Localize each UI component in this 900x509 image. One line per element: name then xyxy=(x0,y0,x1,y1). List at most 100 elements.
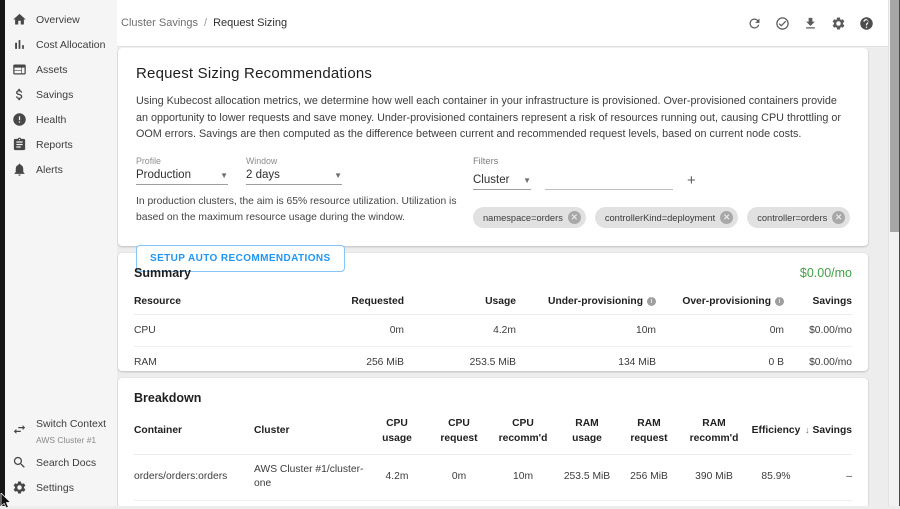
under-provisioning-cell: 10m xyxy=(516,315,656,347)
usage-cell: 253.5 MiB xyxy=(404,347,516,372)
info-icon[interactable]: i xyxy=(775,297,784,306)
cpu-recommd-cell: 10m xyxy=(490,454,556,500)
sidebar-item-label: Assets xyxy=(36,64,68,76)
page-content: Request Sizing Recommendations Using Kub… xyxy=(117,48,888,506)
efficiency-cell: 85.9% xyxy=(748,454,804,500)
under-provisioning-cell: 134 MiB xyxy=(516,347,656,372)
filter-field-select[interactable]: Cluster ▼ xyxy=(473,174,531,190)
breakdown-col-efficiency[interactable]: Efficiency xyxy=(748,411,804,454)
refresh-icon[interactable] xyxy=(747,16,762,31)
breakdown-card: Breakdown Container Cluster CPUusage xyxy=(118,378,868,506)
sidebar-item-label: Overview xyxy=(36,14,80,26)
sidebar-item-label: Alerts xyxy=(36,164,63,176)
sidebar-item-settings[interactable]: Settings xyxy=(5,475,117,500)
filter-chip[interactable]: namespace=orders ✕ xyxy=(473,207,586,228)
breakdown-col-savings[interactable]: ↓Savings xyxy=(804,411,852,454)
filter-chip[interactable]: controller=orders ✕ xyxy=(747,207,850,228)
total-savings-value: $0.00/mo xyxy=(800,266,852,280)
page-description: Using Kubecost allocation metrics, we de… xyxy=(136,93,848,143)
summary-col-requested: Requested xyxy=(284,288,404,315)
breadcrumb-parent[interactable]: Cluster Savings xyxy=(121,17,198,29)
cluster-cell: AWS Cluster #1/cluster-one xyxy=(254,454,366,500)
breakdown-col-cluster[interactable]: Cluster xyxy=(254,411,366,454)
window-select-label: Window xyxy=(246,156,342,166)
sidebar-item-alerts[interactable]: Alerts xyxy=(5,157,117,182)
download-icon[interactable] xyxy=(803,16,818,31)
profile-window-controls: Profile Production ▼ Window 2 days ▼ xyxy=(136,156,458,272)
breakdown-col-ram-recommd[interactable]: RAMrecomm'd xyxy=(680,411,748,454)
help-icon[interactable] xyxy=(859,16,874,31)
summary-col-under-provisioning: Under-provisioningi xyxy=(516,288,656,315)
clipboard-icon xyxy=(12,137,27,152)
sidebar-nav-list: Overview Cost Allocation Assets Savings … xyxy=(5,0,117,182)
profile-select-value: Production xyxy=(136,169,191,181)
page-title: Request Sizing Recommendations xyxy=(136,65,850,82)
check-circle-icon[interactable] xyxy=(775,16,790,31)
close-icon[interactable]: ✕ xyxy=(720,211,733,224)
breakdown-row[interactable]: orders/orders:orders AWS Cluster #1/clus… xyxy=(134,454,852,500)
sidebar-item-cost-allocation[interactable]: Cost Allocation xyxy=(5,32,117,57)
cpu-request-cell: 0m xyxy=(428,454,490,500)
sidebar-item-label: Cost Allocation xyxy=(36,39,105,51)
profile-select[interactable]: Profile Production ▼ xyxy=(136,156,228,185)
close-icon[interactable]: ✕ xyxy=(568,211,581,224)
window-select[interactable]: Window 2 days ▼ xyxy=(246,156,342,185)
profile-helper-text: In production clusters, the aim is 65% r… xyxy=(136,194,458,225)
summary-header-row: Resource Requested Usage Under-provision… xyxy=(134,288,852,315)
summary-col-resource: Resource xyxy=(134,288,284,315)
close-icon[interactable]: ✕ xyxy=(832,211,845,224)
add-filter-button[interactable]: + xyxy=(687,173,696,190)
chevron-down-icon: ▼ xyxy=(523,176,531,185)
sidebar-item-search-docs[interactable]: Search Docs xyxy=(5,450,117,475)
sidebar-item-overview[interactable]: Overview xyxy=(5,7,117,32)
ram-request-cell: 256 MiB xyxy=(618,454,680,500)
window-select-value: 2 days xyxy=(246,169,280,181)
chevron-down-icon: ▼ xyxy=(220,171,228,180)
resource-cell: RAM xyxy=(134,347,284,372)
main-area: Cluster Savings / Request Sizing Request… xyxy=(117,0,888,506)
home-icon xyxy=(12,12,27,27)
filter-value-input[interactable] xyxy=(545,172,673,190)
ram-usage-cell: 253.5 MiB xyxy=(556,454,618,500)
requested-cell: 0m xyxy=(284,315,404,347)
bar-chart-icon xyxy=(12,37,27,52)
filter-chip[interactable]: controllerKind=deployment ✕ xyxy=(595,207,738,228)
filter-chip-label: controllerKind=deployment xyxy=(605,213,715,223)
sidebar: Overview Cost Allocation Assets Savings … xyxy=(5,0,117,506)
breakdown-col-cpu-usage[interactable]: CPUusage xyxy=(366,411,428,454)
search-docs-label: Search Docs xyxy=(36,457,96,469)
sidebar-item-health[interactable]: Health xyxy=(5,107,117,132)
gear-icon[interactable] xyxy=(831,16,846,31)
mouse-cursor xyxy=(0,493,14,509)
breakdown-col-cpu-request[interactable]: CPUrequest xyxy=(428,411,490,454)
breakdown-col-ram-request[interactable]: RAMrequest xyxy=(618,411,680,454)
summary-table: Resource Requested Usage Under-provision… xyxy=(134,288,852,371)
breakdown-table: Container Cluster CPUusage CPUrequest CP… xyxy=(134,411,852,501)
breadcrumb: Cluster Savings / Request Sizing xyxy=(121,17,287,29)
sidebar-item-label: Health xyxy=(36,114,66,126)
dollar-icon xyxy=(12,87,27,102)
sidebar-item-savings[interactable]: Savings xyxy=(5,82,117,107)
usage-cell: 4.2m xyxy=(404,315,516,347)
sidebar-item-switch-context[interactable]: Switch Context AWS Cluster #1 xyxy=(5,414,117,450)
gear-icon xyxy=(12,480,27,495)
sidebar-item-assets[interactable]: Assets xyxy=(5,57,117,82)
settings-label: Settings xyxy=(36,482,74,494)
bell-icon xyxy=(12,162,27,177)
savings-cell: $0.00/mo xyxy=(784,347,852,372)
current-cluster-label: AWS Cluster #1 xyxy=(36,435,96,445)
breakdown-col-cpu-recommd[interactable]: CPUrecomm'd xyxy=(490,411,556,454)
over-provisioning-cell: 0m xyxy=(656,315,784,347)
breakdown-col-container[interactable]: Container xyxy=(134,411,254,454)
health-alert-icon xyxy=(12,112,27,127)
assets-grid-icon xyxy=(12,62,27,77)
switch-context-label: Switch Context xyxy=(36,418,106,430)
info-icon[interactable]: i xyxy=(647,297,656,306)
sidebar-item-reports[interactable]: Reports xyxy=(5,132,117,157)
filter-chip-label: namespace=orders xyxy=(483,213,563,223)
filter-field-value: Cluster xyxy=(473,174,509,186)
breadcrumb-current: Request Sizing xyxy=(213,17,287,29)
filters-section: Filters Cluster ▼ + namespa xyxy=(473,156,850,272)
resource-cell: CPU xyxy=(134,315,284,347)
breakdown-col-ram-usage[interactable]: RAMusage xyxy=(556,411,618,454)
